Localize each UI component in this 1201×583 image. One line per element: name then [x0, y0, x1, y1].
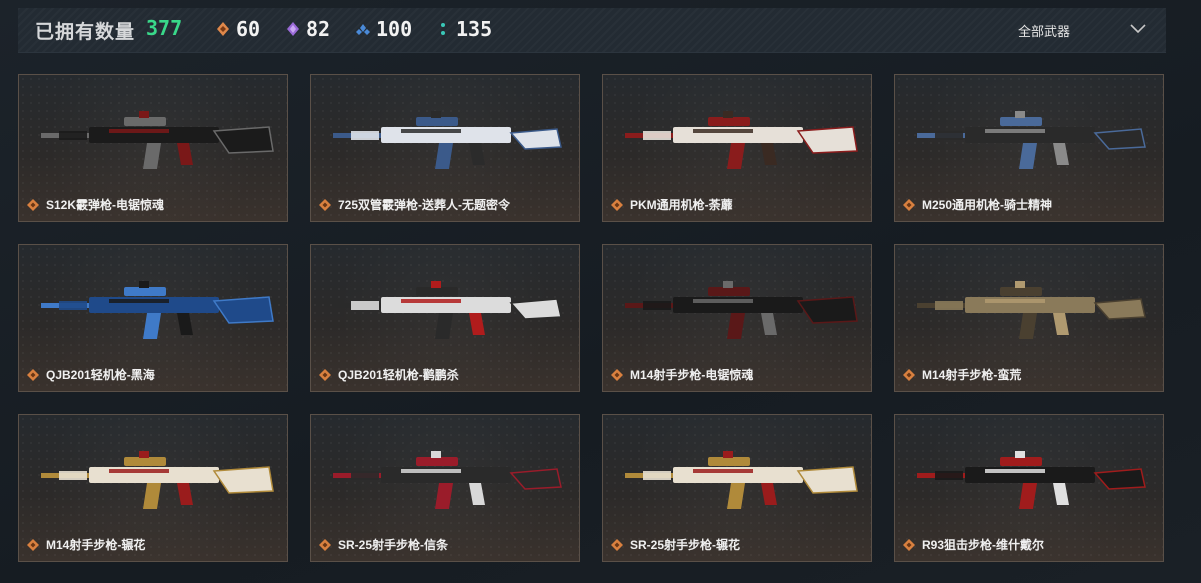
- rarity-diamond-icon: [27, 198, 39, 211]
- weapon-name: PKM通用机枪-荼蘼: [630, 198, 733, 212]
- teal-dots-icon: [441, 23, 445, 35]
- weapon-name: SR-25射手步枪-辗花: [630, 538, 741, 552]
- rarity-diamond-icon: [611, 538, 623, 551]
- blue-diamond-icon: [356, 24, 370, 35]
- weapon-image: [333, 451, 562, 509]
- weapon-image: [917, 281, 1146, 339]
- rarity-stat-blue: 100: [356, 17, 412, 41]
- weapon-image: [333, 281, 562, 339]
- weapon-name: R93狙击步枪-维什戴尔: [922, 538, 1045, 552]
- weapon-filter-label: 全部武器: [1018, 23, 1071, 39]
- inventory-header: 已拥有数量 377 60 82 100 135 全部武器: [18, 8, 1166, 53]
- weapon-name: M14射手步枪-蛮荒: [922, 368, 1022, 382]
- rarity-count-blue: 100: [376, 17, 413, 41]
- rarity-diamond-icon: [27, 538, 39, 551]
- weapon-name-row: QJB201轻机枪-鹳鹏杀: [319, 366, 459, 383]
- weapon-name: M14射手步枪-辗花: [46, 538, 146, 552]
- rarity-stat-teal: 135: [436, 17, 492, 41]
- rarity-stat-orange: 60: [216, 17, 260, 41]
- weapon-name-row: QJB201轻机枪-黑海: [27, 366, 155, 383]
- weapon-card[interactable]: QJB201轻机枪-黑海: [18, 244, 288, 392]
- rarity-diamond-icon: [319, 538, 331, 551]
- rarity-diamond-icon: [27, 368, 39, 381]
- rarity-count-teal: 135: [456, 17, 493, 41]
- rarity-count-orange: 60: [236, 17, 261, 41]
- weapon-name: QJB201轻机枪-鹳鹏杀: [338, 368, 459, 382]
- weapon-name: M14射手步枪-电锯惊魂: [630, 368, 754, 382]
- weapon-name-row: M14射手步枪-电锯惊魂: [611, 366, 753, 383]
- weapon-name-row: M14射手步枪-辗花: [27, 536, 145, 553]
- weapon-name: SR-25射手步枪-信条: [338, 538, 449, 552]
- rarity-count-purple: 82: [306, 17, 331, 41]
- orange-diamond-icon: [217, 22, 229, 36]
- rarity-diamond-icon: [319, 368, 331, 381]
- weapon-image: [917, 451, 1146, 509]
- weapon-image: [625, 451, 858, 509]
- rarity-diamond-icon: [611, 198, 623, 211]
- weapon-name-row: R93狙击步枪-维什戴尔: [903, 536, 1044, 553]
- weapon-image: [917, 111, 1146, 169]
- weapon-name: M250通用机枪-骑士精神: [922, 198, 1053, 212]
- weapon-card[interactable]: QJB201轻机枪-鹳鹏杀: [310, 244, 580, 392]
- weapon-filter-dropdown[interactable]: 全部武器: [1016, 8, 1146, 52]
- weapon-card[interactable]: PKM通用机枪-荼蘼: [602, 74, 872, 222]
- weapon-image: [625, 281, 858, 339]
- chevron-down-icon: [1130, 24, 1146, 34]
- purple-diamond-icon: [287, 22, 299, 36]
- weapon-name-row: SR-25射手步枪-辗花: [611, 536, 740, 553]
- weapon-image: [41, 451, 274, 509]
- weapon-image: [333, 111, 562, 169]
- rarity-diamond-icon: [903, 198, 915, 211]
- weapon-name: S12K霰弹枪-电锯惊魂: [46, 198, 165, 212]
- owned-count-value: 377: [146, 16, 183, 40]
- rarity-stat-purple: 82: [286, 17, 330, 41]
- weapon-card[interactable]: R93狙击步枪-维什戴尔: [894, 414, 1164, 562]
- weapon-name-row: 725双管霰弹枪-送葬人-无题密令: [319, 196, 510, 213]
- weapon-card[interactable]: M14射手步枪-蛮荒: [894, 244, 1164, 392]
- weapon-name-row: SR-25射手步枪-信条: [319, 536, 448, 553]
- weapon-image: [625, 111, 858, 169]
- weapon-card[interactable]: M14射手步枪-辗花: [18, 414, 288, 562]
- weapon-card[interactable]: 725双管霰弹枪-送葬人-无题密令: [310, 74, 580, 222]
- weapon-name-row: S12K霰弹枪-电锯惊魂: [27, 196, 164, 213]
- weapon-image: [41, 281, 274, 339]
- weapon-name: QJB201轻机枪-黑海: [46, 368, 155, 382]
- weapon-card[interactable]: M14射手步枪-电锯惊魂: [602, 244, 872, 392]
- rarity-diamond-icon: [611, 368, 623, 381]
- weapon-card[interactable]: S12K霰弹枪-电锯惊魂: [18, 74, 288, 222]
- weapon-name-row: M250通用机枪-骑士精神: [903, 196, 1052, 213]
- rarity-diamond-icon: [903, 368, 915, 381]
- rarity-diamond-icon: [903, 538, 915, 551]
- weapon-name-row: M14射手步枪-蛮荒: [903, 366, 1021, 383]
- owned-count-label: 已拥有数量: [35, 22, 136, 43]
- weapon-name: 725双管霰弹枪-送葬人-无题密令: [338, 198, 511, 212]
- weapon-card[interactable]: SR-25射手步枪-信条: [310, 414, 580, 562]
- weapon-card[interactable]: M250通用机枪-骑士精神: [894, 74, 1164, 222]
- weapon-name-row: PKM通用机枪-荼蘼: [611, 196, 733, 213]
- weapon-image: [41, 111, 274, 169]
- weapon-card[interactable]: SR-25射手步枪-辗花: [602, 414, 872, 562]
- rarity-diamond-icon: [319, 198, 331, 211]
